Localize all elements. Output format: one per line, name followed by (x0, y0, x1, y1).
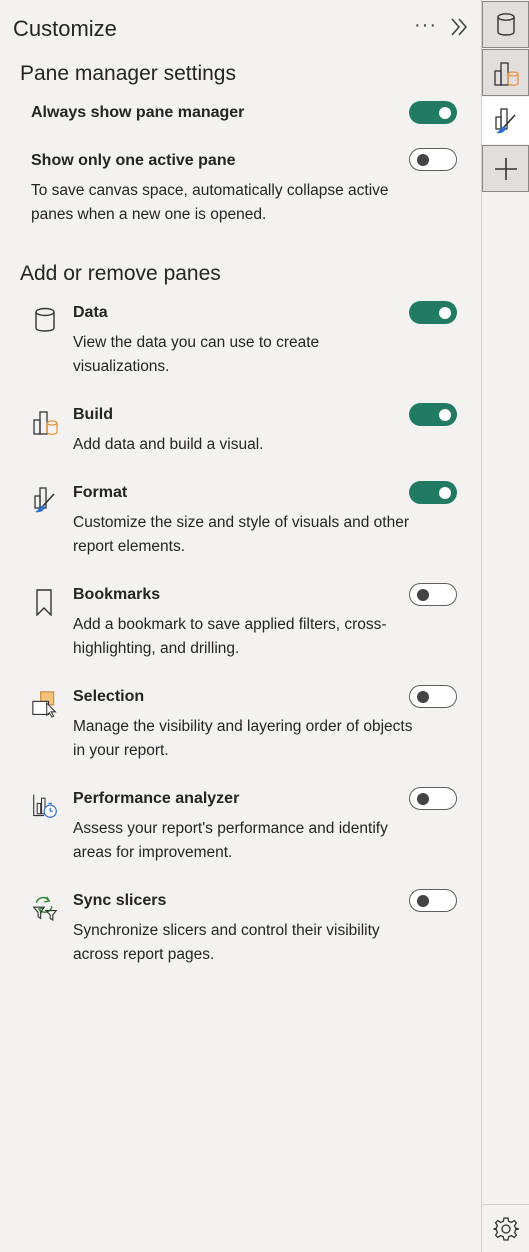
pane-item-performance-analyzer-toggle[interactable] (409, 787, 457, 810)
build-visual-icon (33, 411, 58, 435)
pane-item-bookmarks-description: Add a bookmark to save applied filters, … (73, 616, 387, 657)
show-only-one-active-pane-toggle[interactable] (409, 148, 457, 171)
pane-item-sync-slicers-description: Synchronize slicers and control their vi… (73, 922, 380, 963)
toggle-knob (439, 408, 451, 421)
data-cylinder-icon (496, 12, 515, 36)
pane-item-sync-slicers-toggle[interactable] (409, 889, 457, 912)
pane-item-bookmarks-toggle[interactable] (409, 583, 457, 606)
always-show-pane-manager-toggle[interactable] (409, 101, 457, 124)
pane-item-bookmarks-label: Bookmarks (73, 586, 161, 603)
bookmark-icon (36, 589, 52, 616)
pane-item-data-label: Data (73, 304, 108, 321)
show-only-one-active-pane-description: To save canvas space, automatically coll… (31, 182, 389, 223)
format-brush-icon (494, 107, 516, 133)
toggle-knob (417, 690, 429, 703)
rail-settings-button[interactable] (482, 1204, 529, 1252)
rail-build-button[interactable] (482, 49, 529, 96)
sync-slicers-icon (32, 896, 58, 922)
pane-item-data-toggle[interactable] (409, 301, 457, 324)
toggle-knob (417, 894, 429, 907)
toggle-knob (439, 486, 451, 499)
add-pane-icon (494, 157, 517, 180)
build-visual-icon (493, 61, 519, 86)
pane-item-build-toggle[interactable] (409, 403, 457, 426)
customize-pane: Customize ··· Pane manager settings Alwa… (0, 0, 482, 1252)
pane-item-selection-toggle[interactable] (409, 685, 457, 708)
always-show-pane-manager-label: Always show pane manager (31, 104, 245, 121)
pane-item-selection-description: Manage the visibility and layering order… (73, 718, 413, 759)
more-options-button[interactable]: ··· (414, 14, 437, 37)
pane-title: Customize (13, 16, 117, 41)
settings-gear-icon (492, 1216, 519, 1241)
pane-item-performance-analyzer-label: Performance analyzer (73, 790, 240, 807)
rail-format-button[interactable] (482, 97, 529, 144)
pane-item-format-toggle[interactable] (409, 481, 457, 504)
pane-item-format-description: Customize the size and style of visuals … (73, 514, 410, 555)
selection-icon (32, 691, 57, 718)
show-only-one-active-pane-label: Show only one active pane (31, 152, 236, 169)
performance-analyzer-icon (33, 794, 57, 818)
pane-item-format-label: Format (73, 484, 128, 501)
format-brush-icon (34, 487, 55, 513)
pane-manager-settings-heading: Pane manager settings (20, 62, 236, 85)
rail-add-pane-button[interactable] (482, 145, 529, 192)
toggle-knob (417, 153, 429, 166)
toggle-knob (417, 792, 429, 805)
toggle-knob (417, 588, 429, 601)
collapse-pane-icon[interactable] (449, 16, 471, 38)
pane-item-build-description: Add data and build a visual. (73, 436, 264, 453)
toggle-knob (439, 306, 451, 319)
pane-item-performance-analyzer-description: Assess your report's performance and ide… (73, 820, 388, 861)
pane-item-selection-label: Selection (73, 688, 145, 705)
toggle-knob (439, 106, 451, 119)
rail-data-button[interactable] (482, 1, 529, 48)
pane-item-sync-slicers-label: Sync slicers (73, 892, 167, 909)
pane-item-build-label: Build (73, 406, 113, 423)
pane-item-data-description: View the data you can use to create visu… (73, 334, 320, 375)
data-cylinder-icon (35, 307, 55, 332)
add-or-remove-panes-heading: Add or remove panes (20, 262, 221, 285)
